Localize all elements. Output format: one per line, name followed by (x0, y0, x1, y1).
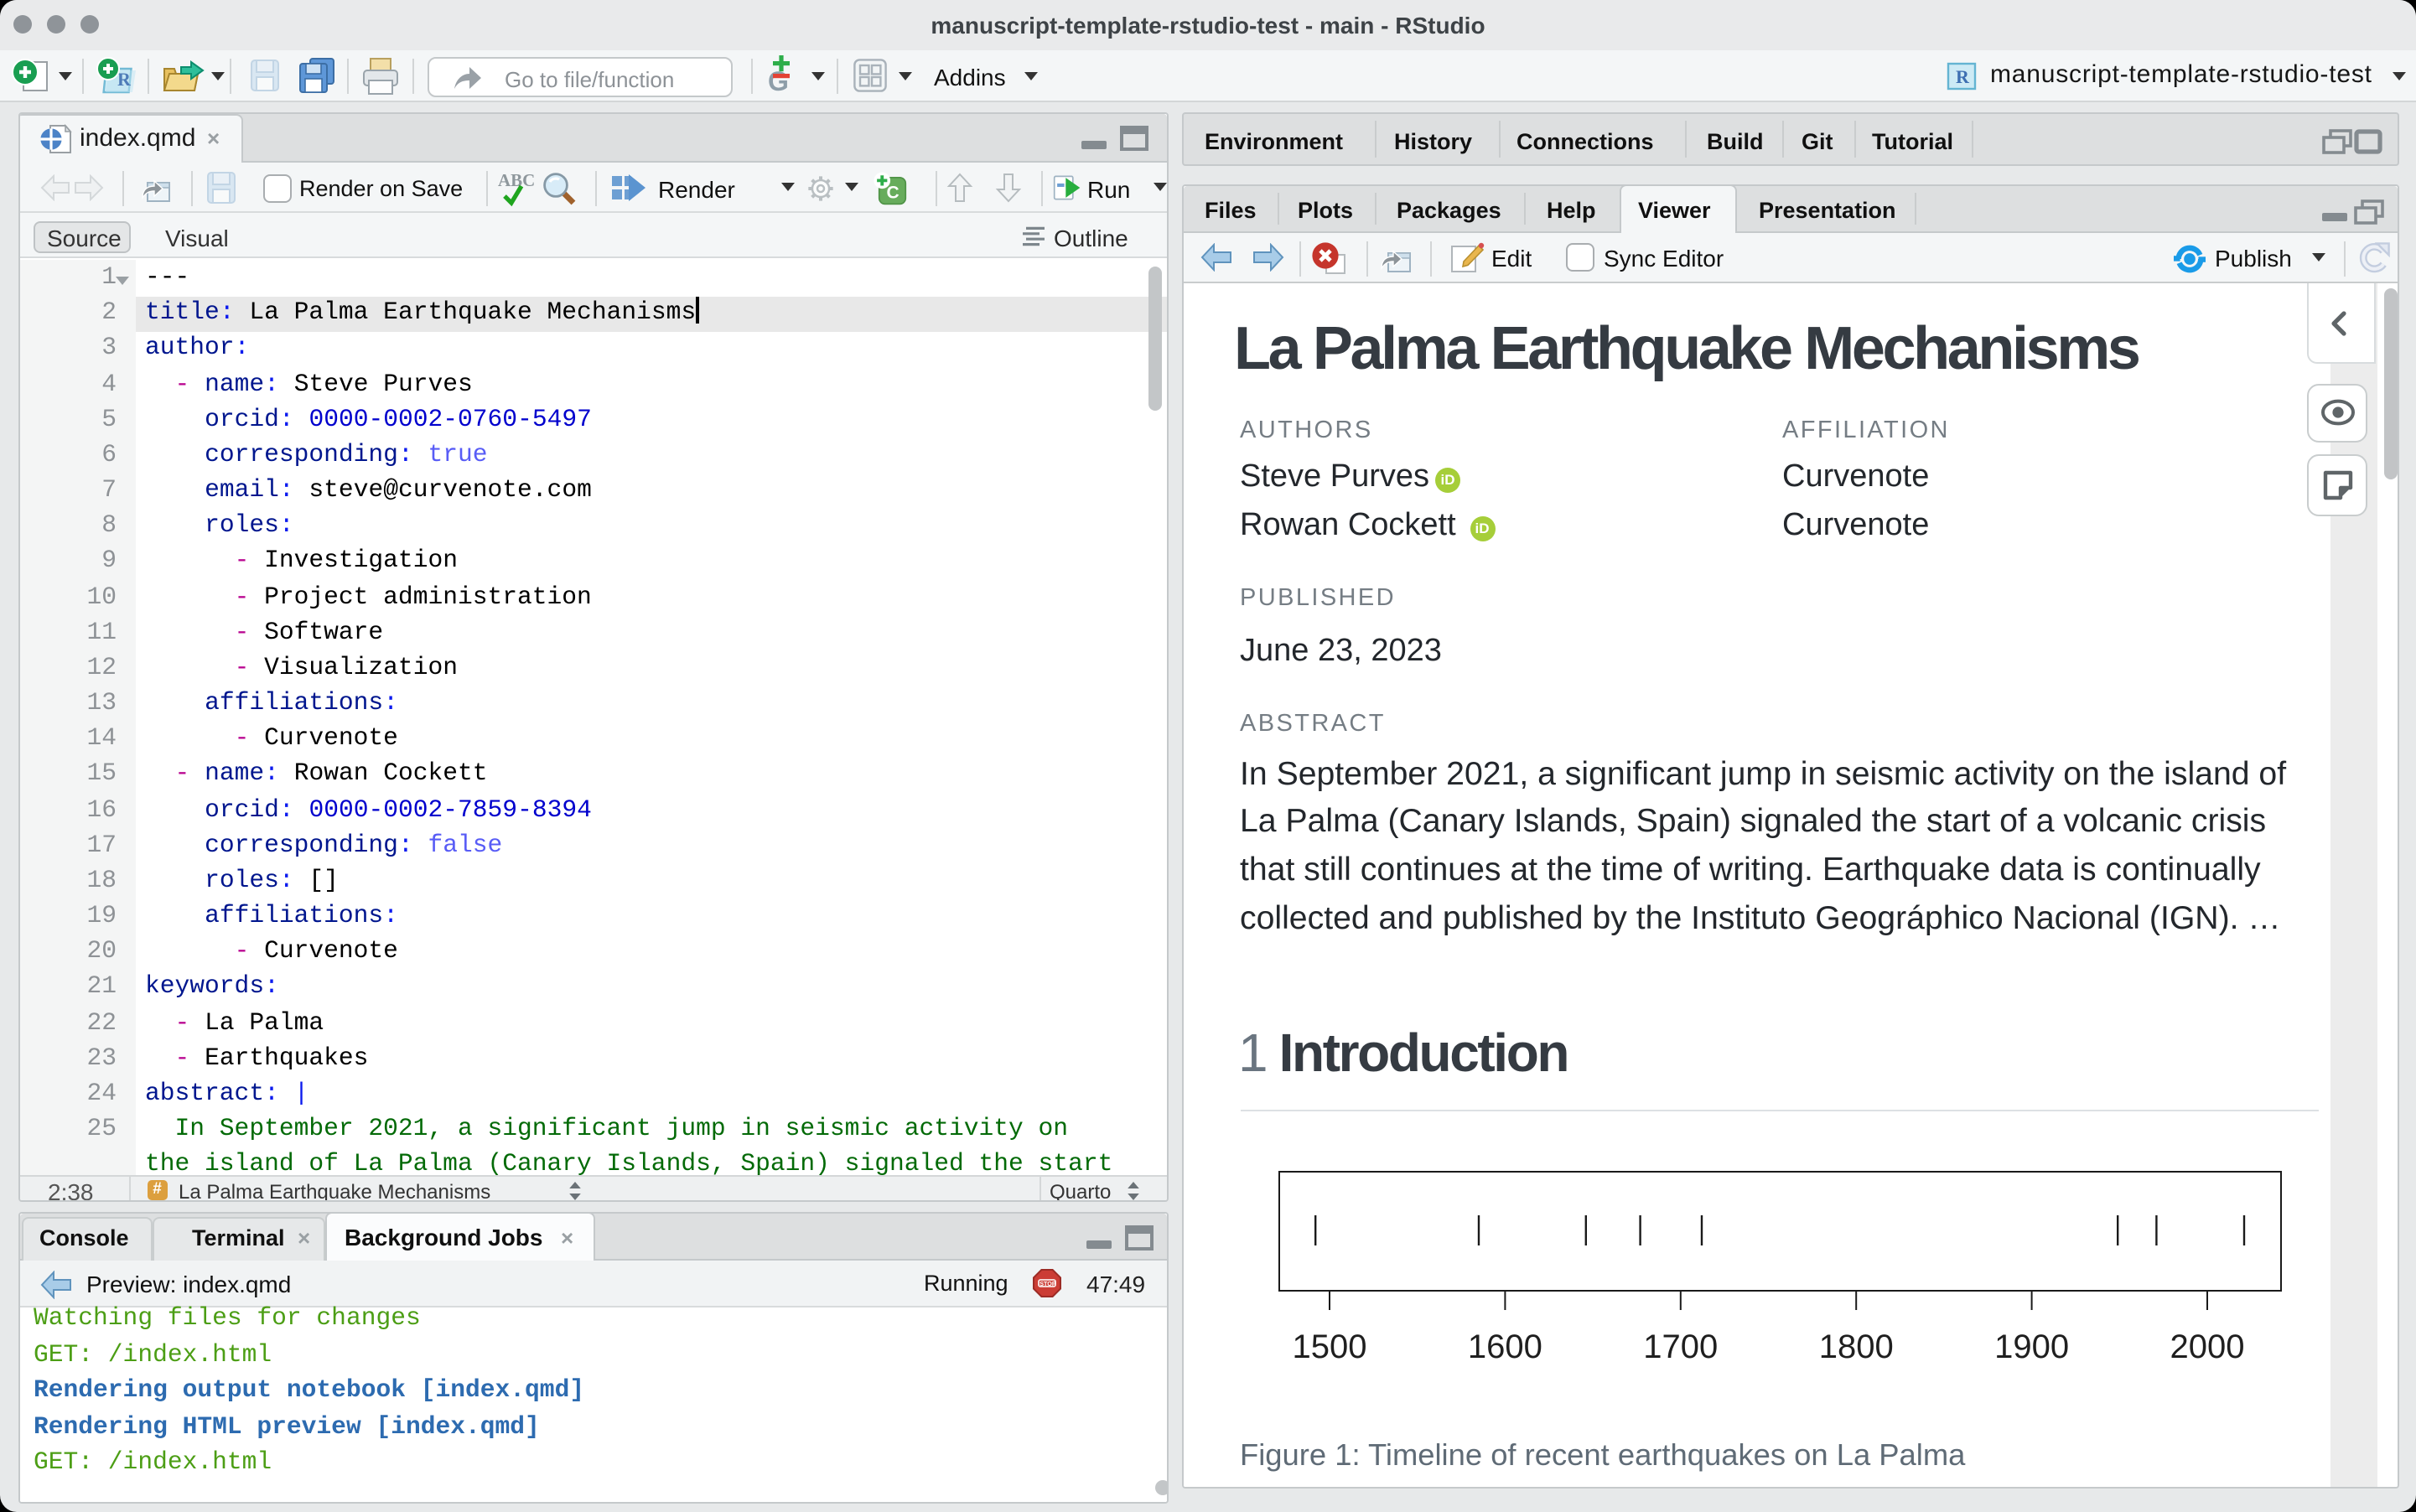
svg-text:R: R (117, 69, 132, 90)
svg-text:R: R (1956, 66, 1970, 87)
svg-text:ABC: ABC (497, 170, 534, 190)
svg-text:1700: 1700 (1642, 1328, 1717, 1365)
svg-text:2000: 2000 (2170, 1328, 2244, 1365)
svg-text:1900: 1900 (1993, 1328, 2068, 1365)
svg-text:1500: 1500 (1292, 1328, 1366, 1365)
svg-text:G: G (768, 66, 789, 96)
svg-text:1600: 1600 (1467, 1328, 1542, 1365)
svg-text:C: C (886, 183, 899, 202)
svg-text:STOP: STOP (1039, 1280, 1055, 1287)
svg-text:1800: 1800 (1818, 1328, 1893, 1365)
